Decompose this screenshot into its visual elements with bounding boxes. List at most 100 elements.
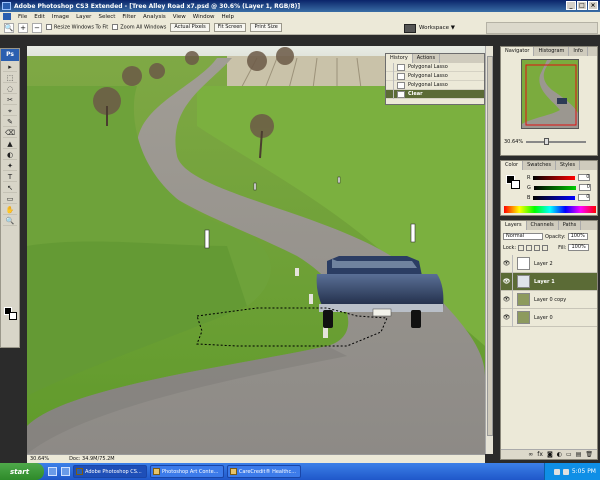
close-button[interactable]: × <box>588 1 598 10</box>
green-slider[interactable]: G 0 <box>527 184 597 191</box>
background-color-swatch[interactable] <box>9 312 17 320</box>
type-tool-icon[interactable]: T <box>3 172 17 182</box>
zoom-all-checkbox[interactable] <box>112 24 119 31</box>
maximize-button[interactable]: □ <box>577 1 587 10</box>
history-item[interactable]: Polygonal Lasso <box>386 62 484 72</box>
tab-channels[interactable]: Channels <box>527 221 559 230</box>
menu-filter[interactable]: Filter <box>122 14 136 20</box>
quicklaunch-icon[interactable] <box>48 467 57 476</box>
new-layer-icon[interactable]: ▤ <box>576 451 582 458</box>
resize-checkbox[interactable] <box>46 24 52 31</box>
photoshop-icon <box>76 468 83 475</box>
workspace-menu[interactable]: Workspace ▼ <box>404 23 455 33</box>
layer-row[interactable]: 👁 Layer 2 <box>501 254 597 273</box>
print-size-button[interactable]: Print Size <box>250 23 282 32</box>
hand-tool-icon[interactable]: ✋ <box>3 205 17 215</box>
opacity-input[interactable]: 100% <box>567 233 588 240</box>
blue-slider[interactable]: B 0 <box>527 194 597 201</box>
marquee-tool-icon[interactable]: ⬚ <box>3 73 17 83</box>
zoom-in-icon[interactable]: + <box>18 22 28 33</box>
tab-paths[interactable]: Paths <box>559 221 582 230</box>
ps-menu-icon[interactable] <box>3 13 11 20</box>
layer-row[interactable]: 👁 Layer 0 copy <box>501 290 597 309</box>
new-group-icon[interactable]: ▭ <box>566 451 572 458</box>
resize-windows-option[interactable]: Resize Windows To Fit <box>46 24 108 31</box>
menu-window[interactable]: Window <box>193 14 215 20</box>
menu-layer[interactable]: Layer <box>76 14 91 20</box>
history-item[interactable]: Polygonal Lasso <box>386 80 484 90</box>
status-zoom[interactable]: 30.64% <box>30 456 49 462</box>
actual-pixels-button[interactable]: Actual Pixels <box>170 23 210 32</box>
shape-tool-icon[interactable]: ▭ <box>3 194 17 204</box>
menu-edit[interactable]: Edit <box>34 14 45 20</box>
sharpen-tool-icon[interactable]: ▲ <box>3 139 17 149</box>
taskbar-item-browser[interactable]: CareCredit® Healthc... <box>227 465 301 478</box>
color-tabs: Color Swatches Styles <box>501 161 597 170</box>
blend-mode-select[interactable]: Normal <box>503 233 543 240</box>
canvas-vertical-scrollbar[interactable] <box>485 46 493 454</box>
navigator-thumbnail[interactable] <box>521 59 579 129</box>
menu-file[interactable]: File <box>18 14 27 20</box>
pen-tool-icon[interactable]: ✦ <box>3 161 17 171</box>
eye-icon[interactable]: 👁 <box>501 308 513 327</box>
fill-input[interactable]: 100% <box>568 244 589 251</box>
taskbar-item-photoshop[interactable]: Adobe Photoshop CS... <box>73 465 147 478</box>
add-mask-icon[interactable]: ◙ <box>547 451 553 458</box>
link-layers-icon[interactable]: ∞ <box>528 451 533 458</box>
crop-tool-icon[interactable]: ✂ <box>3 95 17 105</box>
history-item-current[interactable]: Clear <box>386 89 484 99</box>
tab-navigator[interactable]: Navigator <box>501 47 535 56</box>
navigator-zoom-value[interactable]: 30.64% <box>504 139 523 145</box>
color-spectrum-bar[interactable] <box>504 206 596 213</box>
color-bg-swatch[interactable] <box>511 180 520 189</box>
eye-icon[interactable]: 👁 <box>501 272 513 291</box>
history-item[interactable]: Polygonal Lasso <box>386 71 484 81</box>
path-select-tool-icon[interactable]: ↖ <box>3 183 17 193</box>
menu-help[interactable]: Help <box>221 14 234 20</box>
tab-actions[interactable]: Actions <box>413 54 441 63</box>
eraser-tool-icon[interactable]: ⌫ <box>3 128 17 138</box>
tray-icon[interactable] <box>553 468 560 475</box>
quicklaunch-icon[interactable] <box>61 467 70 476</box>
start-button[interactable]: start <box>0 463 44 480</box>
lock-all-icon[interactable] <box>542 244 549 251</box>
eye-icon[interactable]: 👁 <box>501 290 513 309</box>
adjustment-layer-icon[interactable]: ◐ <box>557 451 562 458</box>
delete-layer-icon[interactable]: 🗑 <box>585 451 593 458</box>
menu-image[interactable]: Image <box>52 14 69 20</box>
lasso-tool-icon[interactable]: ◌ <box>3 84 17 94</box>
move-tool-icon[interactable]: ▸ <box>3 62 17 72</box>
brush-tool-icon[interactable]: ✎ <box>3 117 17 127</box>
taskbar-item-browser[interactable]: Photoshop Art Conte... <box>150 465 224 478</box>
tab-histogram[interactable]: Histogram <box>534 47 570 56</box>
lock-position-icon[interactable] <box>534 244 541 251</box>
tab-layers[interactable]: Layers <box>501 221 527 230</box>
tab-info[interactable]: Info <box>569 47 588 56</box>
menu-view[interactable]: View <box>173 14 186 20</box>
minimize-button[interactable]: _ <box>566 1 576 10</box>
healing-tool-icon[interactable]: ⌖ <box>3 106 17 116</box>
navigator-zoom-slider[interactable] <box>526 138 586 145</box>
scrollbar-thumb[interactable] <box>487 56 493 436</box>
tab-styles[interactable]: Styles <box>556 161 581 170</box>
eye-icon[interactable]: 👁 <box>501 254 513 273</box>
lock-pixels-icon[interactable] <box>526 244 533 251</box>
tab-color[interactable]: Color <box>501 161 524 170</box>
layer-row-selected[interactable]: 👁 Layer 1 <box>501 272 597 291</box>
zoom-tool-icon[interactable]: 🔍 <box>4 22 14 33</box>
layer-style-icon[interactable]: fx <box>537 451 543 458</box>
document-canvas[interactable] <box>27 46 485 454</box>
menu-analysis[interactable]: Analysis <box>143 14 166 20</box>
zoom-slider-knob[interactable] <box>544 138 549 145</box>
layer-row[interactable]: 👁 Layer 0 <box>501 308 597 327</box>
tab-swatches[interactable]: Swatches <box>523 161 556 170</box>
zoom-tool-box-icon[interactable]: 🔍 <box>3 216 17 226</box>
zoom-all-option[interactable]: Zoom All Windows <box>112 24 166 31</box>
lock-transparency-icon[interactable] <box>518 244 525 251</box>
red-slider[interactable]: R 0 <box>527 174 597 181</box>
fit-screen-button[interactable]: Fit Screen <box>213 23 247 32</box>
dodge-tool-icon[interactable]: ◐ <box>3 150 17 160</box>
zoom-out-icon[interactable]: − <box>32 22 42 33</box>
menu-select[interactable]: Select <box>98 14 115 20</box>
volume-icon[interactable] <box>562 468 569 475</box>
